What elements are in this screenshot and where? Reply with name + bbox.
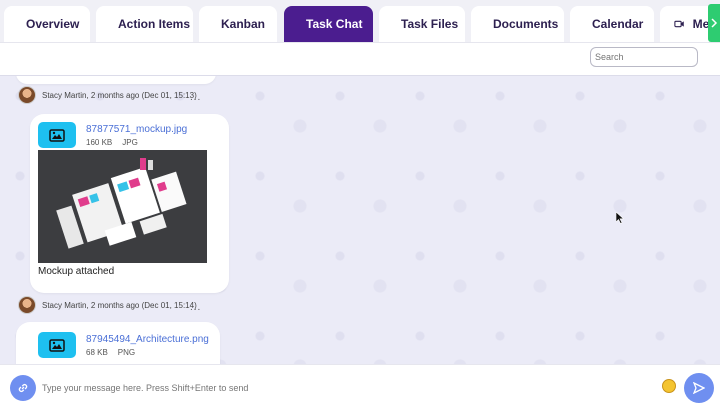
image-preview[interactable]: [38, 150, 207, 263]
tab-task-files[interactable]: Task Files: [379, 6, 465, 42]
more-options-icon[interactable]: ...: [190, 302, 201, 313]
tab-label: Task Files: [401, 17, 459, 31]
message-meta: Stacy Martin, 2 months ago (Dec 01, 15:1…: [18, 86, 197, 104]
link-icon: [18, 383, 28, 393]
send-icon: [693, 382, 705, 394]
message-input[interactable]: [40, 377, 644, 399]
chat-messages-area[interactable]: Stacy Martin, 2 months ago (Dec 01, 15:1…: [0, 76, 720, 364]
message-bubble: [16, 76, 216, 84]
tab-label: Action Items: [118, 17, 191, 31]
tab-overview[interactable]: Overview: [4, 6, 90, 42]
image-file-icon[interactable]: [38, 122, 76, 148]
file-type: JPG: [122, 138, 138, 147]
tab-documents[interactable]: Documents: [471, 6, 564, 42]
tab-calendar[interactable]: Calendar: [570, 6, 654, 42]
tab-bar: Overview Action Items Kanban Task Chat T…: [0, 0, 720, 44]
avatar: [18, 86, 36, 104]
mockup-preview-image: [38, 150, 207, 263]
file-details: 160 KB JPG: [86, 138, 138, 147]
image-icon: [49, 338, 65, 352]
tab-label: Documents: [493, 17, 559, 31]
file-name-link[interactable]: 87877571_mockup.jpg: [86, 124, 187, 135]
file-details: 68 KB PNG: [86, 348, 135, 357]
tab-label: Kanban: [221, 17, 266, 31]
file-size: 68 KB: [86, 348, 108, 357]
tab-task-chat[interactable]: Task Chat: [284, 6, 373, 42]
author-meta: Stacy Martin, 2 months ago (Dec 01, 15:1…: [42, 90, 197, 100]
message-text: Mockup attached: [38, 266, 115, 277]
send-button[interactable]: [684, 373, 714, 403]
file-name-link[interactable]: 87945494_Architecture.png: [86, 334, 209, 345]
tab-kanban[interactable]: Kanban: [199, 6, 277, 42]
message-meta: Stacy Martin, 2 months ago (Dec 01, 15:1…: [18, 296, 197, 314]
message-bubble: 87877571_mockup.jpg 160 KB JPG Mockup at…: [30, 114, 229, 293]
more-options-icon[interactable]: ...: [190, 92, 201, 103]
file-type: PNG: [117, 348, 136, 357]
chevron-right-icon: [710, 18, 717, 28]
tabs-scroll-right-button[interactable]: [708, 4, 720, 42]
search-input[interactable]: [590, 47, 698, 67]
message-bubble: 87945494_Architecture.png 68 KB PNG: [16, 322, 220, 364]
mouse-cursor-icon: [616, 212, 624, 224]
tab-label: Overview: [26, 17, 80, 31]
video-icon: [674, 20, 684, 28]
author-meta: Stacy Martin, 2 months ago (Dec 01, 15:1…: [42, 300, 197, 310]
tab-label: Task Chat: [306, 17, 363, 31]
emoji-icon[interactable]: [662, 379, 676, 393]
attach-button[interactable]: [10, 375, 36, 401]
tab-action-items[interactable]: Action Items: [96, 6, 193, 42]
image-icon: [49, 128, 65, 142]
avatar: [18, 296, 36, 314]
tab-label: Calendar: [592, 17, 644, 31]
file-size: 160 KB: [86, 138, 113, 147]
image-file-icon[interactable]: [38, 332, 76, 358]
message-composer: [0, 364, 720, 410]
chat-toolbar: [0, 42, 720, 76]
